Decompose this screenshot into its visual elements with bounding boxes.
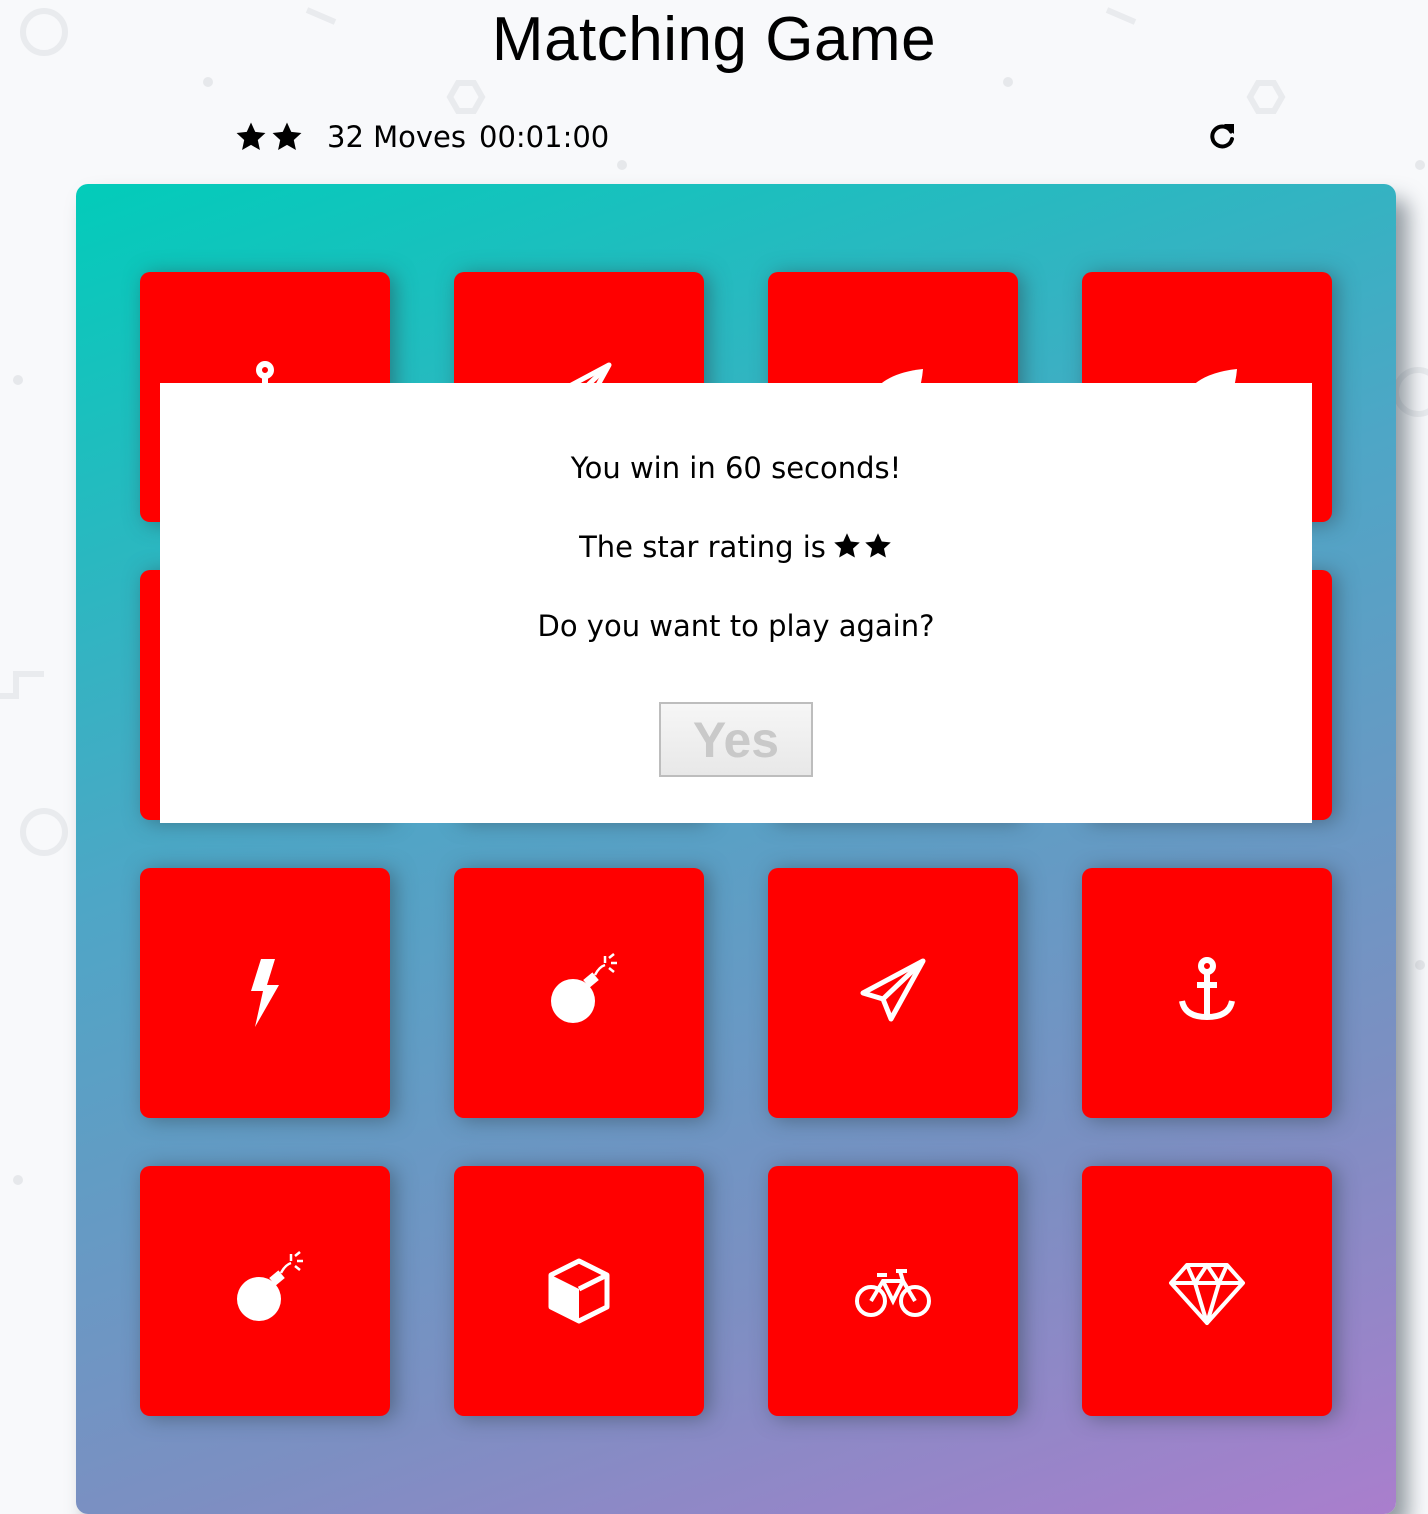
card[interactable] (454, 868, 704, 1118)
star-icon (832, 531, 862, 561)
modal-star-rating (832, 531, 893, 561)
star-rating (234, 120, 304, 154)
card[interactable] (768, 1166, 1018, 1416)
play-again-question: Do you want to play again? (537, 609, 935, 643)
timer: 00:01:00 (479, 120, 610, 154)
win-message: You win in 60 seconds! (570, 451, 902, 485)
star-icon (234, 120, 268, 154)
cube-icon (548, 1258, 610, 1324)
paper-plane-icon (860, 958, 926, 1022)
score-panel: 32 Moves 00:01:00 (234, 118, 1244, 164)
bomb-icon (237, 1251, 303, 1321)
star-icon (863, 531, 893, 561)
card[interactable] (1082, 1166, 1332, 1416)
rating-message: The star rating is (160, 530, 1312, 564)
page-title: Matching Game (491, 5, 937, 74)
refresh-icon (1210, 124, 1234, 149)
restart-button[interactable] (1206, 120, 1238, 152)
card[interactable] (1082, 868, 1332, 1118)
yes-button[interactable]: Yes (659, 702, 813, 777)
card[interactable] (140, 1166, 390, 1416)
bomb-icon (551, 953, 617, 1023)
card[interactable] (140, 868, 390, 1118)
card[interactable] (768, 868, 1018, 1118)
anchor-icon (1179, 957, 1235, 1021)
rating-prefix: The star rating is (579, 530, 826, 564)
bicycle-icon (855, 1269, 931, 1317)
bolt-icon (251, 959, 279, 1027)
card[interactable] (454, 1166, 704, 1416)
moves-counter: 32 Moves (327, 120, 466, 154)
win-modal: You win in 60 seconds! The star rating i… (160, 383, 1312, 823)
star-icon (270, 120, 304, 154)
diamond-icon (1169, 1263, 1245, 1325)
